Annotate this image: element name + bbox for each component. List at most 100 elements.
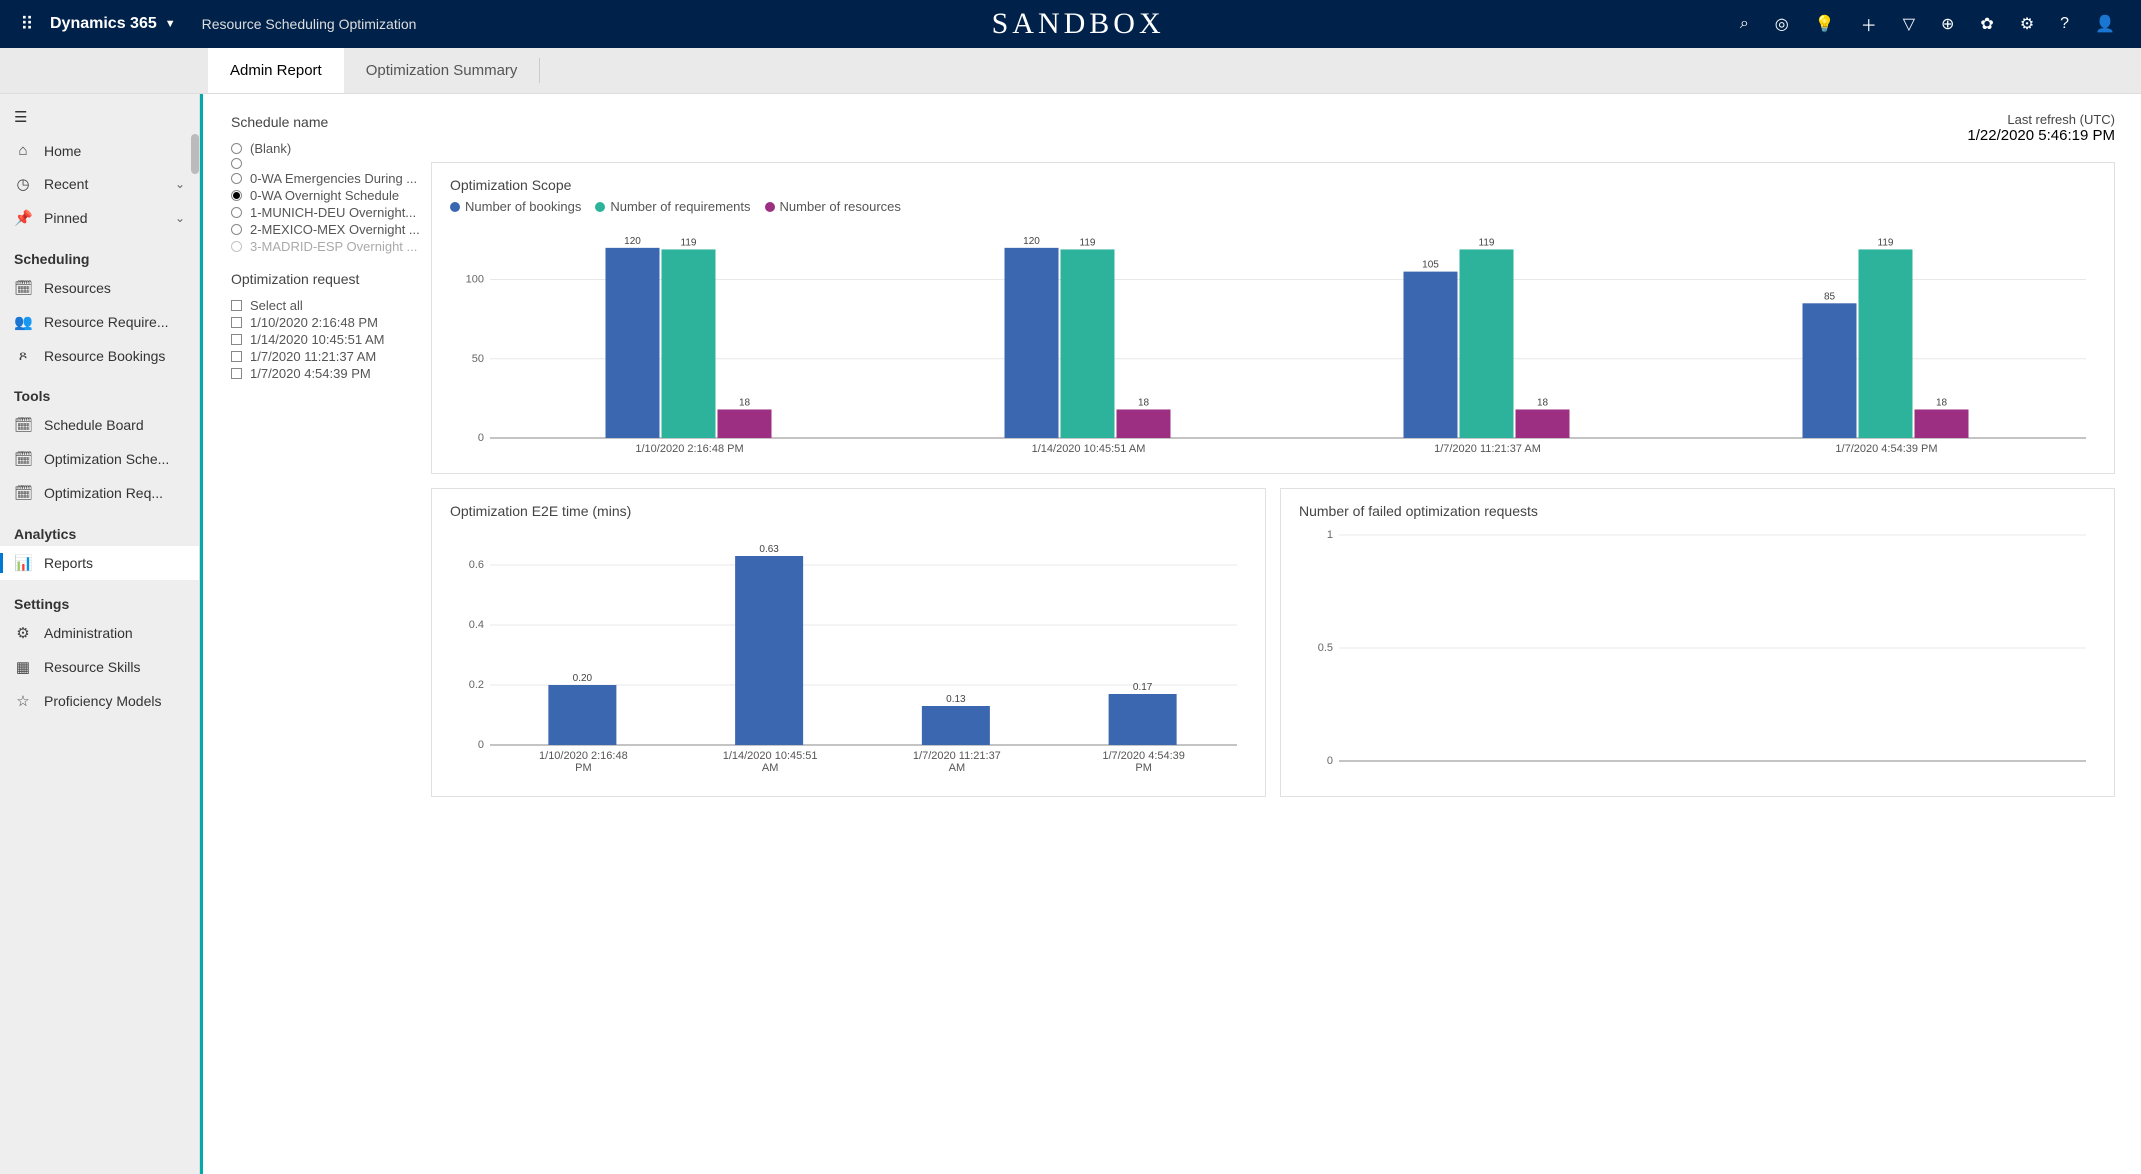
chart-title: Optimization E2E time (mins): [450, 503, 1247, 519]
sidebar-section-scheduling: Scheduling: [0, 235, 199, 271]
sidebar-toggle-icon[interactable]: ☰: [0, 100, 199, 134]
schedule-radio-mexico[interactable]: 2-MEXICO-MEX Overnight ...: [231, 221, 431, 238]
svg-text:0.13: 0.13: [946, 694, 966, 705]
radio-label: 0-WA Overnight Schedule: [250, 188, 399, 203]
legend-requirements: Number of requirements: [595, 199, 750, 214]
sidebar-item-schedule-board[interactable]: 🗓 Schedule Board: [0, 408, 199, 442]
add-icon[interactable]: ＋: [1861, 12, 1877, 36]
target-icon[interactable]: ◎: [1775, 14, 1789, 34]
topbar: ⠿ Dynamics 365 ▼ Resource Scheduling Opt…: [0, 0, 2141, 48]
opt-sche-icon: 🗓: [14, 450, 32, 468]
filter-icon[interactable]: ▽: [1903, 14, 1915, 34]
sidebar: ☰ ⌂Home ◷Recent⌄ 📌Pinned⌄ Scheduling 🗓Re…: [0, 94, 200, 1174]
svg-text:0.20: 0.20: [573, 673, 593, 684]
opt-check-4[interactable]: 1/7/2020 4:54:39 PM: [231, 365, 431, 382]
schedule-radio-wa-emerg[interactable]: 0-WA Emergencies During ...: [231, 170, 431, 187]
svg-text:1/10/2020 2:16:48: 1/10/2020 2:16:48: [539, 750, 628, 762]
legend-resources: Number of resources: [765, 199, 901, 214]
tab-optimization-summary[interactable]: Optimization Summary: [344, 48, 540, 93]
sidebar-section-analytics: Analytics: [0, 510, 199, 546]
radio-label: 3-MADRID-ESP Overnight ...: [250, 239, 417, 254]
chevron-down-icon: ⌄: [175, 177, 185, 191]
home-icon: ⌂: [14, 142, 32, 159]
svg-text:119: 119: [1479, 237, 1495, 248]
board-icon: 🗓: [14, 416, 32, 434]
sidebar-item-label: Schedule Board: [44, 417, 144, 433]
sidebar-item-label: Optimization Req...: [44, 485, 163, 501]
sidebar-item-pinned[interactable]: 📌Pinned⌄: [0, 201, 199, 235]
sidebar-item-home[interactable]: ⌂Home: [0, 134, 199, 167]
resources-icon: 🗓: [14, 279, 32, 297]
svg-text:119: 119: [681, 237, 697, 248]
charts-area: Last refresh (UTC) 1/22/2020 5:46:19 PM …: [431, 94, 2141, 1174]
sidebar-item-reports[interactable]: 📊Reports: [0, 546, 199, 580]
svg-text:1/7/2020 4:54:39: 1/7/2020 4:54:39: [1102, 750, 1185, 762]
radio-label: 1-MUNICH-DEU Overnight...: [250, 205, 416, 220]
app-launcher-icon[interactable]: ⠿: [10, 14, 44, 35]
bookings-icon: ጾ: [14, 347, 32, 364]
sidebar-item-resource-require[interactable]: 👥Resource Require...: [0, 305, 199, 339]
svg-text:0.4: 0.4: [469, 619, 484, 631]
sidebar-item-resource-skills[interactable]: ▦Resource Skills: [0, 650, 199, 684]
sidebar-item-proficiency[interactable]: ☆Proficiency Models: [0, 684, 199, 718]
svg-text:18: 18: [739, 397, 751, 408]
opt-check-2[interactable]: 1/14/2020 10:45:51 AM: [231, 331, 431, 348]
sidebar-item-resource-bookings[interactable]: ጾResource Bookings: [0, 339, 199, 372]
svg-text:50: 50: [472, 353, 484, 365]
lightbulb-icon[interactable]: 💡: [1815, 14, 1835, 34]
svg-text:PM: PM: [1135, 762, 1152, 774]
puzzle-icon[interactable]: ✿: [1980, 14, 1993, 34]
svg-text:PM: PM: [575, 762, 592, 774]
svg-text:0.6: 0.6: [469, 559, 484, 571]
opt-check-3[interactable]: 1/7/2020 11:21:37 AM: [231, 348, 431, 365]
schedule-radio-munich[interactable]: 1-MUNICH-DEU Overnight...: [231, 204, 431, 221]
sandbox-banner: SANDBOX: [416, 7, 1739, 41]
svg-text:105: 105: [1422, 260, 1439, 271]
opt-check-1[interactable]: 1/10/2020 2:16:48 PM: [231, 314, 431, 331]
opt-req-icon: 🗓: [14, 484, 32, 502]
search-icon[interactable]: ⌕: [1740, 15, 1749, 33]
refresh-label: Last refresh (UTC): [431, 112, 2115, 127]
svg-text:0: 0: [1327, 755, 1333, 767]
user-icon[interactable]: 👤: [2095, 14, 2115, 34]
pin-icon: 📌: [14, 209, 32, 227]
svg-text:119: 119: [1080, 237, 1096, 248]
schedule-radio-blank[interactable]: (Blank): [231, 140, 431, 157]
chart-title: Number of failed optimization requests: [1299, 503, 2096, 519]
sidebar-item-label: Optimization Sche...: [44, 451, 169, 467]
sidebar-item-label: Administration: [44, 625, 133, 641]
chevron-down-icon: ⌄: [175, 211, 185, 225]
svg-text:85: 85: [1824, 291, 1836, 302]
legend-bookings: Number of bookings: [450, 199, 581, 214]
gear-icon: ⚙: [14, 624, 32, 642]
chart-failed-card: Number of failed optimization requests 0…: [1280, 488, 2115, 797]
opt-check-all[interactable]: Select all: [231, 297, 431, 314]
sidebar-item-administration[interactable]: ⚙ Administration: [0, 616, 199, 650]
sidebar-item-opt-req[interactable]: 🗓 Optimization Req...: [0, 476, 199, 510]
gear-icon[interactable]: ⚙: [2020, 14, 2034, 34]
chart-e2e-card: Optimization E2E time (mins) 00.20.40.60…: [431, 488, 1266, 797]
sidebar-item-recent[interactable]: ◷Recent⌄: [0, 167, 199, 201]
schedule-radio-empty[interactable]: [231, 157, 431, 170]
tab-admin-report[interactable]: Admin Report: [208, 48, 344, 93]
tab-bar: Admin Report Optimization Summary: [0, 48, 2141, 94]
schedule-radio-madrid[interactable]: 3-MADRID-ESP Overnight ...: [231, 238, 431, 255]
require-icon: 👥: [14, 313, 32, 331]
svg-text:1/7/2020 11:21:37 AM: 1/7/2020 11:21:37 AM: [1434, 443, 1541, 455]
filter-schedule-title: Schedule name: [231, 114, 431, 130]
brand-dropdown[interactable]: Dynamics 365 ▼: [50, 15, 176, 33]
plus-circle-icon[interactable]: ⊕: [1941, 14, 1954, 34]
svg-text:1/14/2020 10:45:51: 1/14/2020 10:45:51: [723, 750, 818, 762]
sidebar-item-resources[interactable]: 🗓Resources: [0, 271, 199, 305]
svg-text:100: 100: [466, 274, 484, 286]
svg-text:0.63: 0.63: [759, 544, 779, 555]
schedule-radio-wa-overnight[interactable]: 0-WA Overnight Schedule: [231, 187, 431, 204]
radio-label: (Blank): [250, 141, 291, 156]
brand-label: Dynamics 365: [50, 15, 157, 33]
sidebar-scrollbar[interactable]: [191, 134, 199, 174]
chart-legend: Number of bookings Number of requirement…: [450, 199, 2096, 214]
chart-scope-card: Optimization Scope Number of bookings Nu…: [431, 162, 2115, 474]
sidebar-item-opt-sche[interactable]: 🗓 Optimization Sche...: [0, 442, 199, 476]
radio-label: 2-MEXICO-MEX Overnight ...: [250, 222, 420, 237]
help-icon[interactable]: ?: [2060, 15, 2069, 33]
